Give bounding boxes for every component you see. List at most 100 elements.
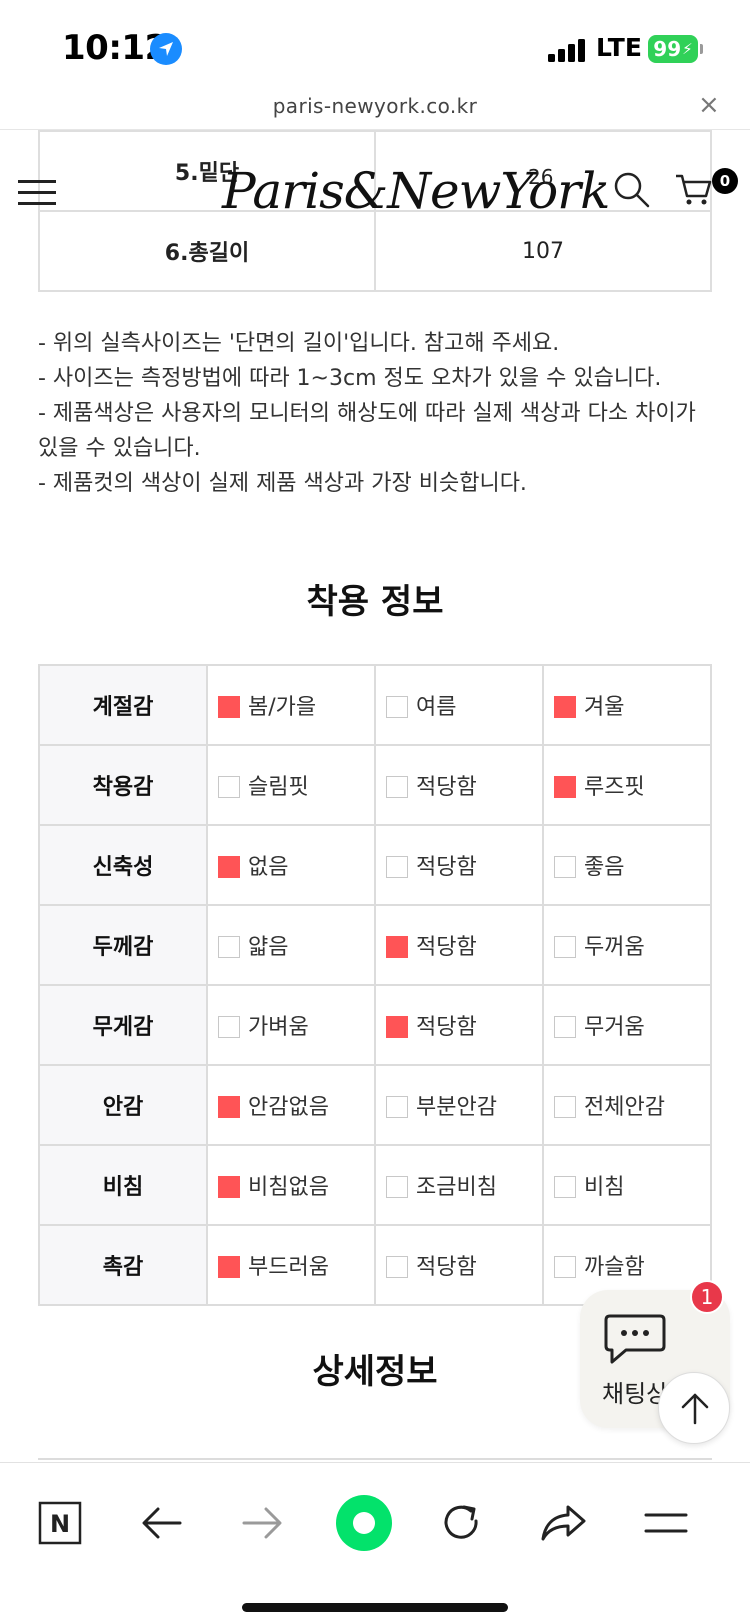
- fit-option: 까슬함: [554, 1249, 710, 1281]
- fit-attribute-label: 착용감: [38, 744, 208, 826]
- fit-option: 부드러움: [218, 1249, 374, 1281]
- cart-count-badge: 0: [712, 168, 738, 194]
- fit-option-cell: 슬림핏: [206, 744, 376, 826]
- note-line: - 위의 실측사이즈는 '단면의 길이'입니다. 참고해 주세요.: [38, 331, 560, 356]
- fit-option: 슬림핏: [218, 769, 374, 801]
- unchecked-box-icon: [554, 856, 576, 878]
- fit-option: 적당함: [386, 1249, 542, 1281]
- url-bar[interactable]: paris-newyork.co.kr ×: [0, 90, 750, 130]
- fit-option-label: 적당함: [416, 1015, 477, 1040]
- fit-option-cell: 적당함: [374, 984, 544, 1066]
- fit-option: 전체안감: [554, 1089, 710, 1121]
- search-icon[interactable]: [612, 170, 652, 210]
- unchecked-box-icon: [554, 1256, 576, 1278]
- fit-option: 적당함: [386, 849, 542, 881]
- fit-attribute-label: 안감: [38, 1064, 208, 1146]
- fit-option-cell: 여름: [374, 664, 544, 746]
- fit-option: 적당함: [386, 1009, 542, 1041]
- fit-option-label: 안감없음: [248, 1095, 329, 1120]
- share-icon[interactable]: [538, 1493, 598, 1553]
- fit-option-cell: 루즈핏: [542, 744, 712, 826]
- fit-option-label: 부분안감: [416, 1095, 497, 1120]
- fit-attribute-label: 비침: [38, 1144, 208, 1226]
- naver-n-icon[interactable]: N: [38, 1493, 98, 1553]
- fit-option-cell: 부분안감: [374, 1064, 544, 1146]
- arrow-up-icon: [681, 1393, 709, 1425]
- fit-option-label: 가벼움: [248, 1015, 309, 1040]
- close-icon[interactable]: ×: [698, 90, 720, 120]
- unchecked-box-icon: [386, 1096, 408, 1118]
- unchecked-box-icon: [554, 1176, 576, 1198]
- fit-option: 두꺼움: [554, 929, 710, 961]
- cellular-signal-icon: [548, 38, 588, 62]
- fit-option-label: 좋음: [584, 855, 625, 880]
- network-type: LTE: [596, 33, 642, 62]
- unchecked-box-icon: [386, 776, 408, 798]
- scroll-top-button[interactable]: [658, 1372, 730, 1444]
- fit-option: 얇음: [218, 929, 374, 961]
- note-line: - 제품색상은 사용자의 모니터의 해상도에 따라 실제 색상과 다소 차이가 …: [38, 401, 696, 461]
- checked-box-icon: [218, 1096, 240, 1118]
- fit-option-label: 여름: [416, 695, 457, 720]
- fit-option-cell: 비침: [542, 1144, 712, 1226]
- fit-option: 여름: [386, 689, 542, 721]
- fit-option-label: 겨울: [584, 695, 625, 720]
- fit-option-label: 두꺼움: [584, 935, 645, 960]
- fit-option: 겨울: [554, 689, 710, 721]
- fit-option: 부분안감: [386, 1089, 542, 1121]
- checked-box-icon: [218, 856, 240, 878]
- fit-option: 없음: [218, 849, 374, 881]
- fit-option-cell: 조금비침: [374, 1144, 544, 1226]
- green-dot-icon[interactable]: [334, 1493, 394, 1553]
- fit-option-cell: 두꺼움: [542, 904, 712, 986]
- checked-box-icon: [386, 936, 408, 958]
- checked-box-icon: [554, 776, 576, 798]
- fit-option-cell: 적당함: [374, 1224, 544, 1306]
- note-line: - 제품컷의 색상이 실제 제품 색상과 가장 비슷합니다.: [38, 471, 527, 496]
- fit-option-label: 얇음: [248, 935, 289, 960]
- chat-bubble-icon: [604, 1314, 666, 1364]
- checked-box-icon: [386, 1016, 408, 1038]
- fit-option-cell: 겨울: [542, 664, 712, 746]
- table-row: 착용감 슬림핏 적당함 루즈핏: [38, 744, 712, 826]
- table-row: 신축성 없음 적당함 좋음: [38, 824, 712, 906]
- back-arrow-icon[interactable]: [138, 1493, 198, 1553]
- fit-option-label: 적당함: [416, 1255, 477, 1280]
- menu-hamburger-icon[interactable]: [18, 180, 56, 206]
- refresh-icon[interactable]: [438, 1493, 498, 1553]
- table-row: 비침 비침없음 조금비침 비침: [38, 1144, 712, 1226]
- browser-toolbar: N: [0, 1462, 750, 1623]
- naver-n-letter: N: [50, 1510, 70, 1538]
- forward-arrow-icon[interactable]: [238, 1493, 298, 1553]
- fit-option-label: 비침: [584, 1175, 625, 1200]
- fit-attribute-label: 촉감: [38, 1224, 208, 1306]
- unchecked-box-icon: [386, 856, 408, 878]
- note-line: - 사이즈는 측정방법에 따라 1~3cm 정도 오차가 있을 수 있습니다.: [38, 366, 662, 391]
- fit-option-cell: 봄/가을: [206, 664, 376, 746]
- battery-nub: [700, 44, 703, 54]
- fit-option: 무거움: [554, 1009, 710, 1041]
- unchecked-box-icon: [218, 936, 240, 958]
- unchecked-box-icon: [386, 1256, 408, 1278]
- fit-option-label: 까슬함: [584, 1255, 645, 1280]
- table-row: 무게감 가벼움 적당함 무거움: [38, 984, 712, 1066]
- checked-box-icon: [218, 1176, 240, 1198]
- fit-info-table: 계절감 봄/가을 여름 겨울 착용감 슬림핏 적당함 루즈핏 신축성 없음 적당함 좋음 두께감 얇음 적당…: [38, 664, 712, 1306]
- fit-option: 적당함: [386, 769, 542, 801]
- fit-option-label: 적당함: [416, 935, 477, 960]
- fit-option: 안감없음: [218, 1089, 374, 1121]
- fit-option: 조금비침: [386, 1169, 542, 1201]
- fit-option: 적당함: [386, 929, 542, 961]
- table-row: 6.총길이 107: [38, 210, 712, 292]
- cart-icon[interactable]: [674, 172, 714, 208]
- size-label: 6.총길이: [38, 210, 376, 292]
- menu-icon[interactable]: [642, 1493, 702, 1553]
- fit-attribute-label: 계절감: [38, 664, 208, 746]
- fit-option: 비침: [554, 1169, 710, 1201]
- table-row: 계절감 봄/가을 여름 겨울: [38, 664, 712, 746]
- fit-option: 좋음: [554, 849, 710, 881]
- table-row: 안감 안감없음 부분안감 전체안감: [38, 1064, 712, 1146]
- fit-option: 루즈핏: [554, 769, 710, 801]
- fit-option-label: 비침없음: [248, 1175, 329, 1200]
- unchecked-box-icon: [386, 696, 408, 718]
